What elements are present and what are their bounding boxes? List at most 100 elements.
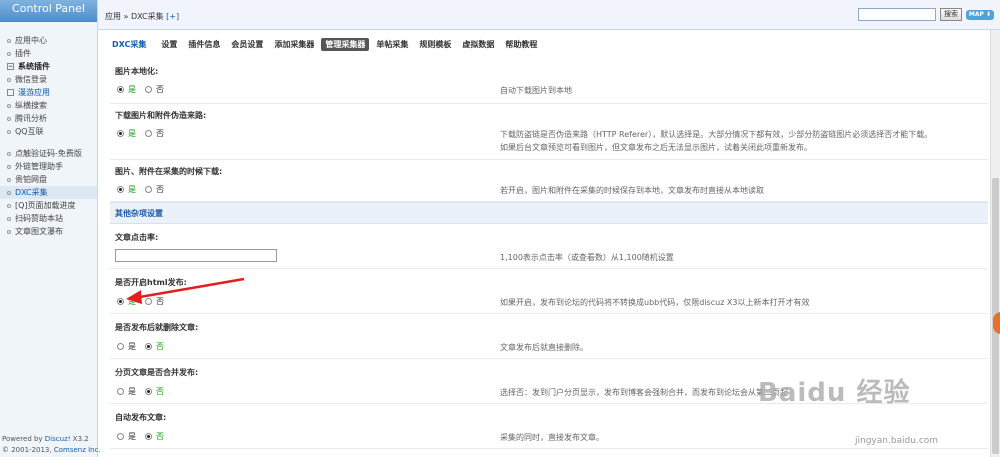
radio-group: 是 否 bbox=[117, 84, 169, 95]
powered-by: Powered by Discuz! X3.2 bbox=[2, 434, 101, 445]
radio-yes[interactable] bbox=[117, 186, 124, 193]
tab-add-collector[interactable]: 添加采集器 bbox=[270, 38, 318, 51]
search-input[interactable] bbox=[858, 8, 936, 21]
sidebar-item-label: DXC采集 bbox=[15, 188, 48, 197]
sidebar-item-page-progress[interactable]: [Q]页面加载进度 bbox=[0, 199, 97, 212]
top-bar: 应用 » DXC采集 [+] 搜索 MAP ⬇ bbox=[98, 0, 1000, 30]
radio-yes-label: 是 bbox=[128, 85, 136, 94]
floating-feedback-tab[interactable] bbox=[993, 312, 1000, 334]
sidebar-section-label: 系统插件 bbox=[18, 62, 50, 71]
radio-no-label: 否 bbox=[156, 85, 164, 94]
radio-yes[interactable] bbox=[117, 86, 124, 93]
breadcrumb-text: 应用 » DXC采集 bbox=[105, 12, 164, 21]
sidebar-item-sponsor[interactable]: 扫码赞助本站 bbox=[0, 212, 97, 225]
radio-no-label: 否 bbox=[156, 342, 164, 351]
sidebar-item-search[interactable]: 纵横搜索 bbox=[0, 99, 97, 112]
sidebar-item-tencent-analytics[interactable]: 腾讯分析 bbox=[0, 112, 97, 125]
tab-dxc[interactable]: DXC采集 bbox=[110, 38, 150, 51]
sidebar-item-app-center[interactable]: 应用中心 bbox=[0, 34, 97, 47]
radio-yes-label: 是 bbox=[128, 297, 136, 306]
setting-delete-after-publish: 是否发布后就删除文章: 是 否 文章发布后就直接删除。 bbox=[110, 314, 988, 359]
radio-yes-label: 是 bbox=[128, 185, 136, 194]
sidebar-item-waterfall[interactable]: 文章图文瀑布 bbox=[0, 225, 97, 238]
radio-no-label: 否 bbox=[156, 129, 164, 138]
setting-description: 下载防盗链是否伪造来路（HTTP Referer），默认选择是。大部分情况下都有… bbox=[500, 130, 933, 139]
setting-label: 文章点击率: bbox=[115, 233, 159, 242]
sidebar-item-qq-connect[interactable]: QQ互联 bbox=[0, 125, 97, 138]
bullet-icon bbox=[7, 77, 11, 82]
setting-download-at-collect: 图片、附件在采集的时候下载: 是 否 若开启，图片和附件在采集的时候保存到本地，… bbox=[110, 160, 988, 202]
bullet-icon bbox=[7, 177, 11, 182]
tab-settings[interactable]: 设置 bbox=[157, 38, 181, 51]
sidebar-item-label: 纵横搜索 bbox=[15, 101, 47, 110]
sidebar-item-label: 应用中心 bbox=[15, 36, 47, 45]
sidebar-title: Control Panel bbox=[0, 0, 97, 22]
bullet-icon bbox=[7, 51, 11, 56]
radio-group: 是 否 bbox=[117, 341, 169, 352]
search-button[interactable]: 搜索 bbox=[940, 8, 962, 21]
radio-no-label: 否 bbox=[156, 432, 164, 441]
sidebar-item-outlink-manager[interactable]: 外链管理助手 bbox=[0, 160, 97, 173]
setting-label: 图片、附件在采集的时候下载: bbox=[115, 167, 223, 176]
radio-no[interactable] bbox=[145, 343, 152, 350]
map-button[interactable]: MAP ⬇ bbox=[966, 10, 994, 20]
radio-group: 是 否 bbox=[117, 184, 169, 195]
radio-group: 是 否 bbox=[117, 431, 169, 442]
radio-no-label: 否 bbox=[156, 185, 164, 194]
sidebar-item-dxc-collect[interactable]: DXC采集 bbox=[0, 186, 97, 199]
setting-description: 文章发布后就直接删除。 bbox=[500, 343, 588, 352]
bullet-icon bbox=[7, 203, 11, 208]
collapse-icon[interactable]: − bbox=[7, 63, 14, 70]
bullet-icon bbox=[7, 151, 11, 156]
click-rate-input[interactable] bbox=[115, 249, 277, 262]
sidebar-item-captcha[interactable]: 点触验证码-免费版 bbox=[0, 147, 97, 160]
sidebar-item-label: 插件 bbox=[15, 49, 31, 58]
radio-no-label: 否 bbox=[156, 297, 164, 306]
radio-group: 是 否 bbox=[117, 296, 169, 307]
sidebar-section-system-plugins[interactable]: − 系统插件 bbox=[0, 60, 97, 73]
tab-plugin-info[interactable]: 插件信息 bbox=[184, 38, 224, 51]
radio-no-label: 否 bbox=[156, 387, 164, 396]
setting-label: 是否发布后就删除文章: bbox=[115, 323, 199, 332]
sidebar-item-label: [Q]页面加载进度 bbox=[15, 201, 76, 210]
setting-description: 1,100表示点击率（或查看数）从1,100随机设置 bbox=[500, 253, 674, 262]
add-shortcut-link[interactable]: [+] bbox=[166, 12, 179, 21]
radio-yes[interactable] bbox=[117, 343, 124, 350]
sidebar-item-wechat-login[interactable]: 微信登录 bbox=[0, 73, 97, 86]
bullet-icon bbox=[7, 164, 11, 169]
radio-yes[interactable] bbox=[117, 433, 124, 440]
tab-member-settings[interactable]: 会员设置 bbox=[227, 38, 267, 51]
sidebar-item-label: 扫码赞助本站 bbox=[15, 214, 63, 223]
radio-yes[interactable] bbox=[117, 388, 124, 395]
section-header: 其他杂项设置 bbox=[110, 202, 988, 224]
tab-single-post[interactable]: 单帖采集 bbox=[372, 38, 412, 51]
tab-virtual-data[interactable]: 虚拟数据 bbox=[458, 38, 498, 51]
setting-html-publish: 是否开启html发布: 是 否 如果开启，发布到论坛的代码将不转换成ubb代码，… bbox=[110, 269, 988, 314]
powered-by-prefix: Powered by bbox=[2, 435, 45, 443]
sidebar-item-label: 微信登录 bbox=[15, 75, 47, 84]
radio-no[interactable] bbox=[145, 298, 152, 305]
bullet-icon bbox=[7, 190, 11, 195]
sidebar-item-label: QQ互联 bbox=[15, 127, 44, 136]
tab-manage-collectors[interactable]: 管理采集器 bbox=[321, 37, 370, 51]
radio-no[interactable] bbox=[145, 130, 152, 137]
sidebar-item-roaming-apps[interactable]: 漫游应用 bbox=[0, 86, 97, 99]
vertical-scrollbar[interactable] bbox=[990, 30, 1000, 457]
sidebar-item-label: 文章图文瀑布 bbox=[15, 227, 63, 236]
radio-no[interactable] bbox=[145, 388, 152, 395]
discuz-link[interactable]: Discuz! bbox=[45, 435, 71, 443]
comsenz-link[interactable]: Comsenz Inc. bbox=[54, 446, 101, 454]
radio-no[interactable] bbox=[145, 186, 152, 193]
sidebar-item-label: 漫游应用 bbox=[18, 88, 50, 97]
setting-label: 分页文章是否合并发布: bbox=[115, 368, 199, 377]
setting-description: 选择否：发到门户分页显示，发布到博客会强制合并，而发布到论坛会从第二页起 bbox=[500, 388, 788, 397]
radio-no[interactable] bbox=[145, 86, 152, 93]
sidebar-item-netdisk[interactable]: 贵铂网盘 bbox=[0, 173, 97, 186]
sidebar-item-plugins[interactable]: 插件 bbox=[0, 47, 97, 60]
tab-rule-templates[interactable]: 规则模板 bbox=[415, 38, 455, 51]
radio-yes[interactable] bbox=[117, 130, 124, 137]
radio-no[interactable] bbox=[145, 433, 152, 440]
setting-label: 图片本地化: bbox=[115, 67, 159, 76]
radio-yes[interactable] bbox=[117, 298, 124, 305]
tab-help[interactable]: 帮助教程 bbox=[501, 38, 541, 51]
